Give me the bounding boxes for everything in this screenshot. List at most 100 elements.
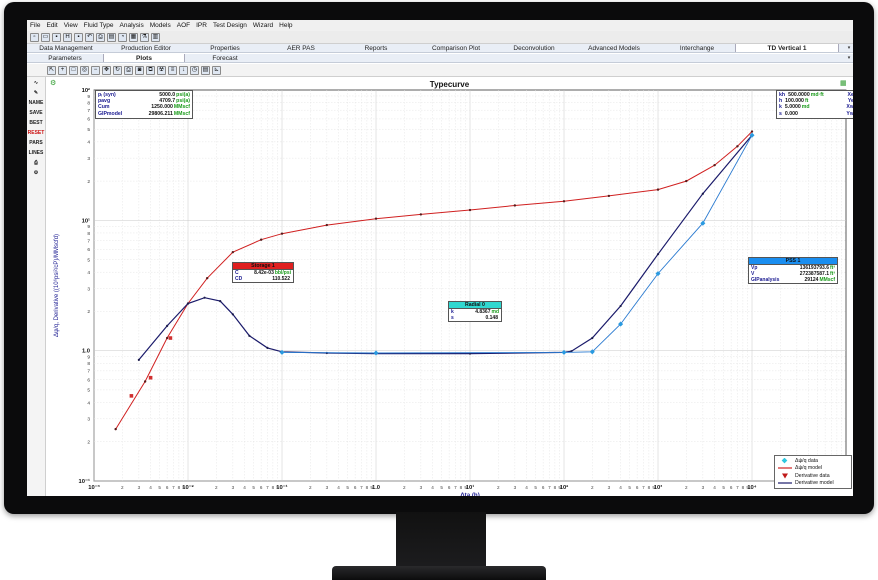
legend-item: Derivative data (778, 472, 848, 480)
report-icon[interactable]: ▤ (107, 32, 116, 42)
y-minor-tick-label: 9 (87, 94, 90, 100)
subtab-scroll-icon[interactable]: ▾ (845, 54, 853, 62)
tab-td-vertical-1[interactable]: TD Vertical 1 (735, 44, 839, 52)
y-minor-tick-label: 9 (87, 224, 90, 230)
tab-interchange[interactable]: Interchange (659, 44, 735, 52)
radial-annotation[interactable]: Radial 0 k 4.8367md s 0.148 (448, 301, 502, 322)
sidebar-lines-button[interactable]: LINES (27, 149, 45, 158)
menu-analysis[interactable]: Analysis (120, 22, 144, 29)
rectangle-icon[interactable]: □ (69, 65, 78, 75)
monitor-stand-neck (396, 512, 486, 570)
derivative-model-point (248, 334, 251, 337)
menu-fluid-type[interactable]: Fluid Type (84, 22, 114, 29)
camera-icon[interactable]: ◙ (135, 65, 144, 75)
sidebar-reset-button[interactable]: RESET (27, 129, 45, 138)
y-minor-tick-label: 8 (87, 100, 90, 106)
y-minor-tick-label: 6 (87, 247, 90, 253)
storage-annotation[interactable]: Storage 1 C 8.42e-03bbl/psi CD 110.522 (232, 262, 294, 283)
save-icon[interactable]: ▪ (52, 32, 61, 42)
open-folder-icon[interactable]: ▭ (41, 32, 50, 42)
menu-file[interactable]: File (30, 22, 40, 29)
x-minor-tick-label: 8 (648, 485, 651, 490)
tab-deconvolution[interactable]: Deconvolution (499, 44, 569, 52)
pressure-model-point (325, 223, 329, 227)
y-minor-tick-label: 2 (87, 440, 90, 446)
tab-reports[interactable]: Reports (339, 44, 413, 52)
menu-view[interactable]: View (64, 22, 78, 29)
menu-wizard[interactable]: Wizard (253, 22, 273, 29)
save-as-icon[interactable]: ▪ (74, 32, 83, 42)
y-minor-tick-label: 6 (87, 377, 90, 383)
menu-ipr[interactable]: IPR (196, 22, 207, 29)
subtab-forecast[interactable]: Forecast (185, 54, 265, 62)
tab-scroll-icon[interactable]: ▾ (845, 44, 853, 52)
sidebar-save-button[interactable]: SAVE (27, 109, 45, 118)
undo-icon[interactable]: ↶ (85, 32, 94, 42)
menu-aof[interactable]: AOF (177, 22, 190, 29)
annotation-value: 110.522 (272, 276, 290, 282)
down-arrow-icon[interactable]: ↓ (179, 65, 188, 75)
flask-icon[interactable]: ⚗ (140, 32, 149, 42)
pressure-model-point (750, 130, 754, 133)
typecurve-chart[interactable]: 23456789234567892345678910⁻³ 10⁻² 10⁻¹ 1.0 1… (46, 77, 853, 496)
legend-item: Derivative model (778, 480, 848, 488)
derivative-model-point (186, 302, 190, 305)
y-minor-tick-label: 5 (87, 388, 90, 394)
param-label: k (779, 104, 782, 111)
tab-aer-pas[interactable]: AER PAS (263, 44, 339, 52)
select-icon[interactable]: ⇱ (47, 65, 56, 75)
clock-icon[interactable]: ◷ (190, 65, 199, 75)
param-value-group: 29806.211MMscf (149, 111, 190, 117)
curve-icon[interactable]: ∿ (27, 79, 45, 88)
zoom-out-icon[interactable]: − (91, 65, 100, 75)
copy-icon[interactable]: ⧉ (146, 65, 155, 75)
sidebar-name-button[interactable]: NAME (27, 99, 45, 108)
refresh-icon[interactable]: ↻ (113, 65, 122, 75)
menu-help[interactable]: Help (279, 22, 292, 29)
menu-models[interactable]: Models (150, 22, 171, 29)
navy-line-icon (778, 480, 792, 486)
x-minor-tick-label: 8 (178, 485, 181, 490)
new-file-icon[interactable]: ▫ (30, 32, 39, 42)
derivative-model-point (591, 336, 594, 340)
x-tick-label: 10¹ (466, 484, 474, 491)
x-minor-tick-label: 5 (346, 485, 349, 490)
derivative-model-point (619, 304, 622, 308)
tab-advanced-models[interactable]: Advanced Models (569, 44, 659, 52)
subtab-parameters[interactable]: Parameters (27, 54, 103, 62)
table-icon[interactable]: ▤ (201, 65, 210, 75)
x-tick-label: 10⁻³ (88, 484, 100, 491)
y-minor-tick-label: 7 (87, 369, 90, 375)
menu-test-design[interactable]: Test Design (213, 22, 247, 29)
subtab-plots[interactable]: Plots (103, 54, 185, 62)
x-minor-tick-label: 4 (713, 485, 716, 490)
annotation-label: CD (235, 276, 243, 282)
x-minor-tick-label: 4 (431, 485, 434, 490)
tab-properties[interactable]: Properties (187, 44, 263, 52)
print-icon[interactable]: ⎙ (124, 65, 133, 75)
settings-icon[interactable]: ⚙ (27, 169, 45, 178)
pss-annotation[interactable]: PSS 1 Vp 136193793.6ft³ V 272387587.1ft³ GIPa… (748, 257, 838, 284)
sidebar-pars-button[interactable]: PARS (27, 139, 45, 148)
zoom-in-icon[interactable]: + (58, 65, 67, 75)
menu-edit[interactable]: Edit (46, 22, 57, 29)
tab-production-editor[interactable]: Production Editor (105, 44, 187, 52)
calculator-icon[interactable]: ▦ (129, 32, 138, 42)
pan-icon[interactable]: ✥ (102, 65, 111, 75)
chart-icon[interactable]: ◔ (118, 32, 127, 42)
sidebar-best-button[interactable]: BEST (27, 119, 45, 128)
tab-data-management[interactable]: Data Management (27, 44, 105, 52)
print-icon[interactable]: ⎙ (96, 32, 105, 42)
radiation-icon[interactable]: ☢ (157, 65, 166, 75)
annotation-row: CD 110.522 (233, 276, 293, 282)
lines-icon[interactable]: ≡ (168, 65, 177, 75)
pen-icon[interactable]: ✎ (27, 89, 45, 98)
save-green-icon[interactable]: H (63, 32, 72, 42)
zoom-icon[interactable]: ◎ (80, 65, 89, 75)
x-minor-tick-label: 6 (166, 485, 169, 490)
x-minor-tick-label: 9 (464, 485, 467, 490)
tab-comparison-plot[interactable]: Comparison Plot (413, 44, 499, 52)
print-icon[interactable]: ⎙ (27, 159, 45, 168)
bars-icon[interactable]: ▥ (151, 32, 160, 42)
axis-icon[interactable]: ⊾ (212, 65, 221, 75)
